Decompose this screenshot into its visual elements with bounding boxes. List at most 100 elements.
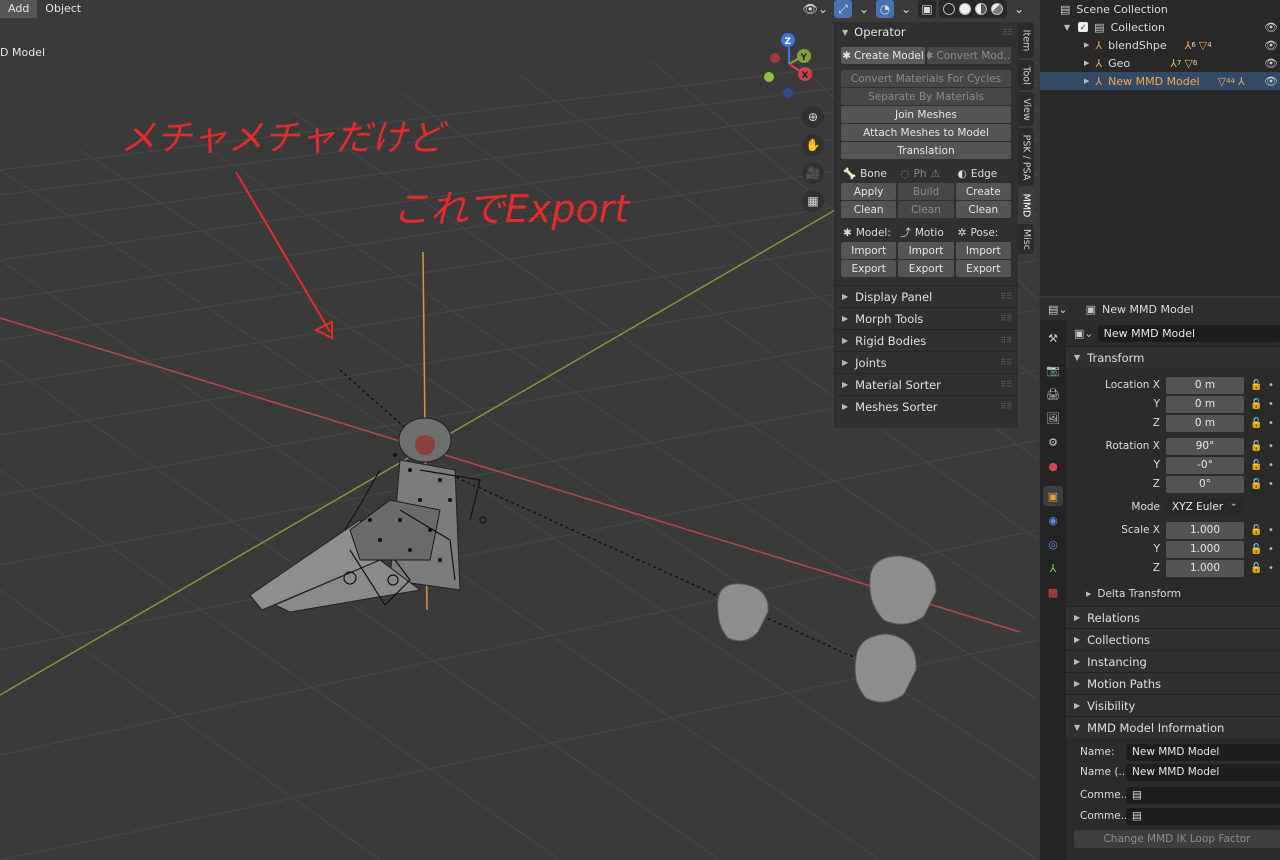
bone-apply-button[interactable]: Apply bbox=[841, 183, 897, 200]
scale-y-field[interactable]: 1.000 bbox=[1166, 540, 1244, 558]
shading-solid-icon[interactable] bbox=[957, 0, 973, 18]
translation-button[interactable]: Translation bbox=[841, 142, 1011, 159]
lock-icon[interactable]: 🔓 bbox=[1250, 544, 1264, 555]
scene-collection-row[interactable]: ▤ Scene Collection bbox=[1040, 0, 1280, 18]
collapsed-triangle-icon[interactable]: ▶ bbox=[1084, 41, 1089, 49]
outliner-item-geo[interactable]: ▶ ⅄ Geo ⅄ 7 ▽ 6 👁 bbox=[1040, 54, 1280, 72]
modifier-icon[interactable]: ◉ bbox=[1043, 510, 1063, 530]
visibility-eye-icon[interactable]: 👁 bbox=[1264, 39, 1278, 52]
outliner-item-new-mmd-model[interactable]: ▶ ⅄ New MMD Model ▽ 44 ⅄ 👁 bbox=[1040, 72, 1280, 90]
render-icon[interactable]: 📷 bbox=[1043, 360, 1063, 380]
overlay-dropdown-icon[interactable]: ⌄ bbox=[897, 0, 915, 18]
display-panel-header[interactable]: ▶ Display Panel ⠿⠿ bbox=[834, 285, 1018, 307]
outliner-item-blendshpe[interactable]: ▶ ⅄ blendShpe ⅄ 6 ▽ 4 👁 bbox=[1040, 36, 1280, 54]
xray-toggle-icon[interactable]: ▣ bbox=[918, 0, 936, 18]
scene-icon[interactable]: ⚙ bbox=[1043, 432, 1063, 452]
morph-tools-header[interactable]: ▶ Morph Tools ⠿⠿ bbox=[834, 307, 1018, 329]
drag-grip-icon[interactable]: ⠿⠿ bbox=[1000, 336, 1012, 345]
tab-psk-psa[interactable]: PSK / PSA bbox=[1018, 128, 1034, 186]
expand-triangle-icon[interactable]: ▼ bbox=[1064, 23, 1070, 32]
object-icon[interactable]: ▣⌄ bbox=[1074, 327, 1094, 340]
output-icon[interactable]: 🖨 bbox=[1043, 384, 1063, 404]
drag-grip-icon[interactable]: ⠿⠿ bbox=[1000, 292, 1012, 301]
delta-transform-subpanel[interactable]: ▶ Delta Transform bbox=[1066, 585, 1280, 603]
rotation-z-field[interactable]: 0° bbox=[1166, 475, 1244, 493]
material-sorter-header[interactable]: ▶ Material Sorter ⠿⠿ bbox=[834, 373, 1018, 395]
change-ik-loop-factor-button[interactable]: Change MMD IK Loop Factor bbox=[1074, 830, 1280, 848]
mmd-comment-field[interactable]: ▤ bbox=[1126, 786, 1280, 804]
collection-row[interactable]: ▼ ✓ ▤ Collection 👁 bbox=[1040, 18, 1280, 36]
mmd-comment-english-field[interactable]: ▤ bbox=[1126, 807, 1280, 825]
collapsed-triangle-icon[interactable]: ▶ bbox=[1084, 77, 1089, 85]
lock-icon[interactable]: 🔓 bbox=[1250, 460, 1264, 471]
texture-icon[interactable]: ▩ bbox=[1043, 582, 1063, 602]
head-mesh-2[interactable] bbox=[869, 555, 937, 625]
pose-import-button[interactable]: Import bbox=[955, 242, 1011, 259]
lock-icon[interactable]: 🔓 bbox=[1250, 441, 1264, 452]
keyframe-dot-icon[interactable]: • bbox=[1268, 460, 1274, 471]
meshes-sorter-header[interactable]: ▶ Meshes Sorter ⠿⠿ bbox=[834, 395, 1018, 417]
constraint-icon[interactable]: ⅄ bbox=[1043, 558, 1063, 578]
gizmo-toggle-icon[interactable]: ⤢ bbox=[834, 0, 852, 18]
scale-z-field[interactable]: 1.000 bbox=[1166, 559, 1244, 577]
tab-misc[interactable]: Misc bbox=[1018, 224, 1034, 254]
transform-section-header[interactable]: ▼ Transform bbox=[1066, 346, 1280, 368]
motion-export-button[interactable]: Export bbox=[898, 260, 954, 277]
collections-section-header[interactable]: ▶ Collections bbox=[1066, 628, 1280, 650]
lock-icon[interactable]: 🔓 bbox=[1250, 399, 1264, 410]
drag-grip-icon[interactable]: ⠿⠿ bbox=[1000, 314, 1012, 323]
mmd-model-info-section-header[interactable]: ▼ MMD Model Information bbox=[1066, 716, 1280, 738]
keyframe-dot-icon[interactable]: • bbox=[1268, 479, 1274, 490]
lock-icon[interactable]: 🔓 bbox=[1250, 563, 1264, 574]
relations-section-header[interactable]: ▶ Relations bbox=[1066, 606, 1280, 628]
operator-panel-header[interactable]: ▼ Operator ⠿⠿ bbox=[834, 22, 1018, 42]
lock-icon[interactable]: 🔓 bbox=[1250, 418, 1264, 429]
editor-type-icon[interactable]: ▤⌄ bbox=[1048, 303, 1068, 316]
visibility-section-header[interactable]: ▶ Visibility bbox=[1066, 694, 1280, 716]
shading-wireframe-icon[interactable] bbox=[941, 0, 957, 18]
head-mesh-3[interactable] bbox=[854, 633, 917, 703]
edge-create-button[interactable]: Create bbox=[955, 183, 1011, 200]
mmd-model-figure[interactable] bbox=[249, 417, 487, 613]
visibility-eye-icon[interactable]: 👁 bbox=[1264, 75, 1278, 88]
world-icon[interactable]: ● bbox=[1043, 456, 1063, 476]
rotation-y-field[interactable]: -0° bbox=[1166, 456, 1244, 474]
rotation-mode-select[interactable]: XYZ Euler bbox=[1166, 497, 1244, 516]
tab-mmd[interactable]: MMD bbox=[1018, 188, 1034, 222]
rigid-bodies-header[interactable]: ▶ Rigid Bodies ⠿⠿ bbox=[834, 329, 1018, 351]
convert-model-button[interactable]: ✱ Convert Mod... bbox=[927, 47, 1011, 64]
head-mesh-1[interactable] bbox=[717, 583, 769, 642]
tool-settings-icon[interactable]: ⚒ bbox=[1043, 328, 1063, 348]
collapsed-triangle-icon[interactable]: ▶ bbox=[1084, 59, 1089, 67]
lock-icon[interactable]: 🔓 bbox=[1250, 479, 1264, 490]
edge-clean-button[interactable]: Clean bbox=[955, 201, 1011, 218]
keyframe-dot-icon[interactable]: • bbox=[1268, 563, 1274, 574]
shading-rendered-icon[interactable] bbox=[989, 0, 1005, 18]
keyframe-dot-icon[interactable]: • bbox=[1268, 525, 1274, 536]
rotation-x-field[interactable]: 90° bbox=[1166, 437, 1244, 455]
location-z-field[interactable]: 0 m bbox=[1166, 414, 1244, 432]
object-properties-icon[interactable]: ▣ bbox=[1043, 486, 1063, 506]
lock-icon[interactable]: 🔓 bbox=[1250, 380, 1264, 391]
collection-checkbox[interactable]: ✓ bbox=[1078, 22, 1089, 32]
mmd-name-english-field[interactable]: New MMD Model bbox=[1126, 763, 1280, 781]
visibility-eye-icon[interactable]: 👁 bbox=[1264, 57, 1278, 70]
physics-build-button[interactable]: Build bbox=[898, 183, 954, 200]
create-model-button[interactable]: ✱ Create Model bbox=[841, 47, 925, 64]
bone-clean-button[interactable]: Clean bbox=[841, 201, 897, 218]
convert-materials-cycles-button[interactable]: Convert Materials For Cycles bbox=[841, 70, 1011, 87]
visibility-eye-icon[interactable]: 👁 bbox=[1264, 21, 1278, 34]
menu-add[interactable]: Add bbox=[0, 0, 38, 18]
drag-grip-icon[interactable]: ⠿⠿ bbox=[1000, 380, 1012, 389]
model-import-button[interactable]: Import bbox=[841, 242, 897, 259]
location-y-field[interactable]: 0 m bbox=[1166, 395, 1244, 413]
zoom-icon[interactable]: ⊕ bbox=[802, 106, 824, 128]
shading-dropdown-icon[interactable]: ⌄ bbox=[1010, 0, 1028, 18]
shading-material-icon[interactable] bbox=[973, 0, 989, 18]
perspective-grid-icon[interactable]: ▦ bbox=[802, 190, 824, 212]
tab-tool[interactable]: Tool bbox=[1018, 60, 1034, 90]
keyframe-dot-icon[interactable]: • bbox=[1268, 441, 1274, 452]
view-layer-icon[interactable]: 🖼 bbox=[1043, 408, 1063, 428]
join-meshes-button[interactable]: Join Meshes bbox=[841, 106, 1011, 123]
physics-clean-button[interactable]: Clean bbox=[898, 201, 954, 218]
